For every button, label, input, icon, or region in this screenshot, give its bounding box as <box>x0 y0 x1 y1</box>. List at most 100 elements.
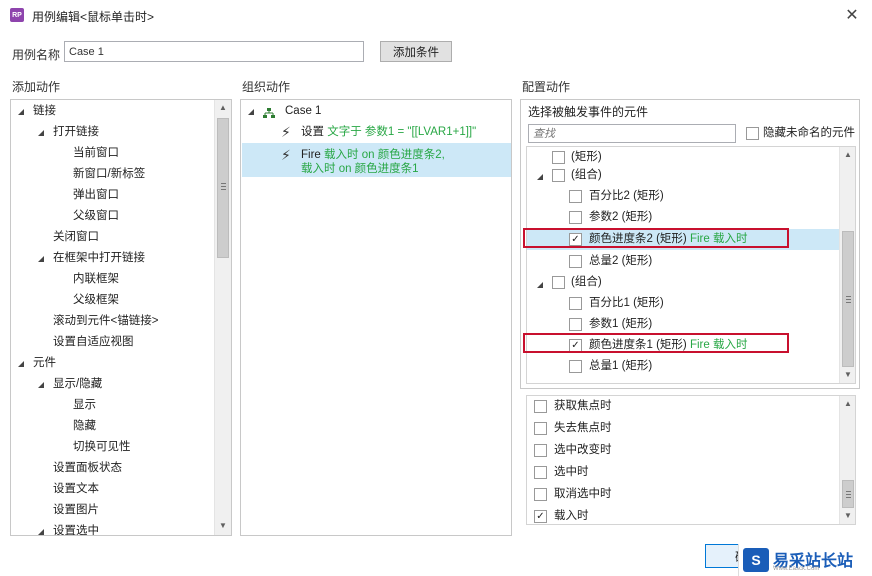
event-label: 选中改变时 <box>554 444 612 456</box>
tree-item-inline-frame[interactable]: 内联框架 <box>73 269 119 290</box>
tree-item-widgets[interactable]: 元件 <box>17 353 56 374</box>
add-action-title: 添加动作 <box>12 80 61 94</box>
scrollbar-thumb[interactable] <box>842 480 854 508</box>
tree-item-open-in-frame[interactable]: 在框架中打开链接 <box>37 248 145 269</box>
event-checkbox[interactable] <box>534 400 547 413</box>
widget-checkbox[interactable] <box>569 318 582 331</box>
widget-label: 百分比2 (矩形) <box>589 190 664 202</box>
tree-item-set-adaptive-view[interactable]: 设置自适应视图 <box>53 332 134 353</box>
event-checkbox[interactable] <box>534 466 547 479</box>
tree-item-close-window[interactable]: 关闭窗口 <box>53 227 99 248</box>
widget-label: 总量2 (矩形) <box>589 255 653 267</box>
scrollbar-thumb[interactable] <box>217 118 229 258</box>
add-action-panel: 链接 打开链接 当前窗口 新窗口/新标签 弹出窗口 父级窗口 关闭窗口 在框架中… <box>10 99 232 536</box>
collapse-arrow-icon[interactable] <box>18 361 24 367</box>
watermark-subtext: Www.Easck.Com <box>773 566 820 572</box>
action-fire-event-line2: 载入时 on 颜色进度条1 <box>301 163 419 175</box>
organize-action-title: 组织动作 <box>242 80 291 94</box>
collapse-arrow-icon[interactable] <box>38 130 44 136</box>
widget-checkbox[interactable] <box>569 360 582 373</box>
event-label: 取消选中时 <box>554 488 612 500</box>
case-tree-icon <box>263 106 275 118</box>
watermark: S 易采站长站 Www.Easck.Com <box>738 544 872 576</box>
widget-checkbox[interactable] <box>569 255 582 268</box>
event-checkbox[interactable]: ✓ <box>534 510 547 523</box>
scroll-up-icon[interactable]: ▲ <box>215 100 231 116</box>
scroll-down-icon[interactable]: ▼ <box>840 508 855 524</box>
lightning-icon: ⚡ <box>281 124 291 140</box>
case-node[interactable]: Case 1 <box>247 101 321 122</box>
widgets-section-title: 选择被触发事件的元件 <box>528 105 649 119</box>
tree-item-popup-window[interactable]: 弹出窗口 <box>73 185 119 206</box>
scroll-down-icon[interactable]: ▼ <box>840 367 855 383</box>
widget-label: (组合) <box>571 169 602 181</box>
tree-item-scroll-to-widget[interactable]: 滚动到元件<锚链接> <box>53 311 158 332</box>
hide-unnamed-label: 隐藏未命名的元件 <box>763 127 855 139</box>
tree-item-current-window[interactable]: 当前窗口 <box>73 143 119 164</box>
collapse-arrow-icon[interactable] <box>18 109 24 115</box>
event-checkbox[interactable] <box>534 488 547 501</box>
tree-item-parent-frame[interactable]: 父级框架 <box>73 290 119 311</box>
event-label: 失去焦点时 <box>554 422 612 434</box>
collapse-arrow-icon[interactable] <box>38 529 44 535</box>
close-icon[interactable]: ✕ <box>840 4 864 26</box>
collapse-arrow-icon[interactable] <box>537 282 543 288</box>
case-name-row: 用例名称 添加条件 <box>0 38 872 66</box>
app-logo-icon: RP <box>10 8 24 22</box>
widget-label: 总量1 (矩形) <box>589 360 653 372</box>
tree-item-set-panel-state[interactable]: 设置面板状态 <box>53 458 122 479</box>
hide-unnamed-checkbox[interactable] <box>746 127 759 140</box>
collapse-arrow-icon[interactable] <box>38 382 44 388</box>
scroll-up-icon[interactable]: ▲ <box>840 147 855 163</box>
widget-checkbox[interactable] <box>569 297 582 310</box>
event-label: 获取焦点时 <box>554 400 612 412</box>
tree-item-parent-window[interactable]: 父级窗口 <box>73 206 119 227</box>
event-label: 选中时 <box>554 466 589 478</box>
window-title: 用例编辑<鼠标单击时> <box>32 10 155 24</box>
tree-item-open-link[interactable]: 打开链接 <box>37 122 99 143</box>
widget-checkbox[interactable] <box>569 211 582 224</box>
title-bar: RP 用例编辑<鼠标单击时> ✕ <box>0 0 872 32</box>
tree-item-set-text[interactable]: 设置文本 <box>53 479 99 500</box>
events-list: 获取焦点时 失去焦点时 选中改变时 选中时 取消选中时 ✓ 载入时 ▲ ▼ <box>526 395 856 525</box>
widget-checkbox[interactable] <box>552 276 565 289</box>
collapse-arrow-icon[interactable] <box>38 256 44 262</box>
widget-label: 参数1 (矩形) <box>589 318 653 330</box>
lightning-icon: ⚡ <box>281 147 291 163</box>
tree-item-new-window[interactable]: 新窗口/新标签 <box>73 164 145 185</box>
scrollbar-thumb[interactable] <box>842 231 854 367</box>
configure-action-title: 配置动作 <box>522 80 571 94</box>
add-action-scrollbar[interactable]: ▲ ▼ <box>214 100 231 535</box>
widget-checkbox[interactable] <box>552 169 565 182</box>
widgets-scrollbar[interactable]: ▲ ▼ <box>839 147 855 383</box>
collapse-arrow-icon[interactable] <box>537 174 543 180</box>
collapse-arrow-icon[interactable] <box>248 109 254 115</box>
add-condition-button[interactable]: 添加条件 <box>380 41 452 62</box>
action-set-text[interactable]: ⚡ 设置 文字于 参数1 = "[[LVAR1+1]]" <box>281 122 476 143</box>
highlight-box-progress2 <box>523 228 789 248</box>
tree-item-hide[interactable]: 隐藏 <box>73 416 96 437</box>
tree-item-set-image[interactable]: 设置图片 <box>53 500 99 521</box>
watermark-logo: S <box>743 548 769 572</box>
event-checkbox[interactable] <box>534 444 547 457</box>
widget-checkbox[interactable] <box>552 151 565 164</box>
event-label: 载入时 <box>554 510 589 522</box>
tree-item-show-hide[interactable]: 显示/隐藏 <box>37 374 102 395</box>
widget-label: 百分比1 (矩形) <box>589 297 664 309</box>
event-checkbox[interactable] <box>534 422 547 435</box>
widget-label: (组合) <box>571 276 602 288</box>
case-name-label: 用例名称 <box>12 48 61 62</box>
highlight-box-progress1 <box>523 333 789 353</box>
events-scrollbar[interactable]: ▲ ▼ <box>839 396 855 524</box>
tree-item-link[interactable]: 链接 <box>17 101 56 122</box>
scroll-down-icon[interactable]: ▼ <box>215 518 231 534</box>
tree-item-set-selected[interactable]: 设置选中 <box>37 521 99 535</box>
tree-item-show[interactable]: 显示 <box>73 395 96 416</box>
widget-search-input[interactable] <box>528 124 736 143</box>
tree-item-toggle-visibility[interactable]: 切换可见性 <box>73 437 131 458</box>
widget-checkbox[interactable] <box>569 190 582 203</box>
case-name-input[interactable] <box>64 41 364 62</box>
organize-action-panel: Case 1 ⚡ 设置 文字于 参数1 = "[[LVAR1+1]]" ⚡ Fi… <box>240 99 512 536</box>
widget-label: 参数2 (矩形) <box>589 211 653 223</box>
scroll-up-icon[interactable]: ▲ <box>840 396 855 412</box>
